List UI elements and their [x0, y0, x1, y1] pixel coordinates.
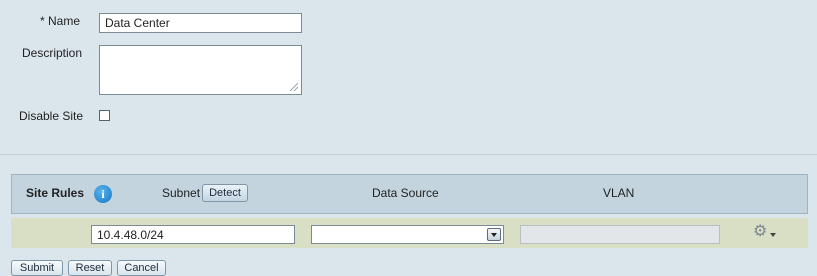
cancel-button[interactable]: Cancel	[117, 260, 166, 276]
description-label: Description	[22, 46, 83, 60]
site-rules-header: Site Rules i Subnet Detect Data Source V…	[11, 174, 808, 214]
data-source-select[interactable]	[311, 225, 504, 244]
section-divider	[0, 154, 817, 155]
info-icon[interactable]: i	[94, 185, 112, 203]
dropdown-arrow-icon[interactable]	[487, 228, 501, 241]
reset-button[interactable]: Reset	[68, 260, 112, 276]
vlan-column-header: VLAN	[603, 186, 635, 200]
chevron-down-icon[interactable]	[770, 233, 776, 237]
gear-icon[interactable]: ⚙	[753, 224, 767, 240]
disable-site-checkbox[interactable]	[99, 110, 110, 121]
vlan-input-disabled	[520, 225, 720, 244]
resize-grip-icon[interactable]	[290, 83, 298, 91]
subnet-input[interactable]	[91, 225, 295, 244]
data-source-column-header: Data Source	[372, 186, 439, 200]
description-textarea[interactable]	[99, 45, 302, 95]
submit-button[interactable]: Submit	[11, 260, 63, 276]
name-input[interactable]	[99, 13, 302, 33]
name-label: * Name	[40, 14, 81, 28]
subnet-column-header: Subnet	[162, 186, 201, 200]
site-rule-row: ⚙	[11, 218, 808, 248]
detect-button[interactable]: Detect	[202, 184, 248, 202]
disable-site-label: Disable Site	[19, 109, 84, 123]
site-rules-title: Site Rules	[26, 186, 85, 200]
